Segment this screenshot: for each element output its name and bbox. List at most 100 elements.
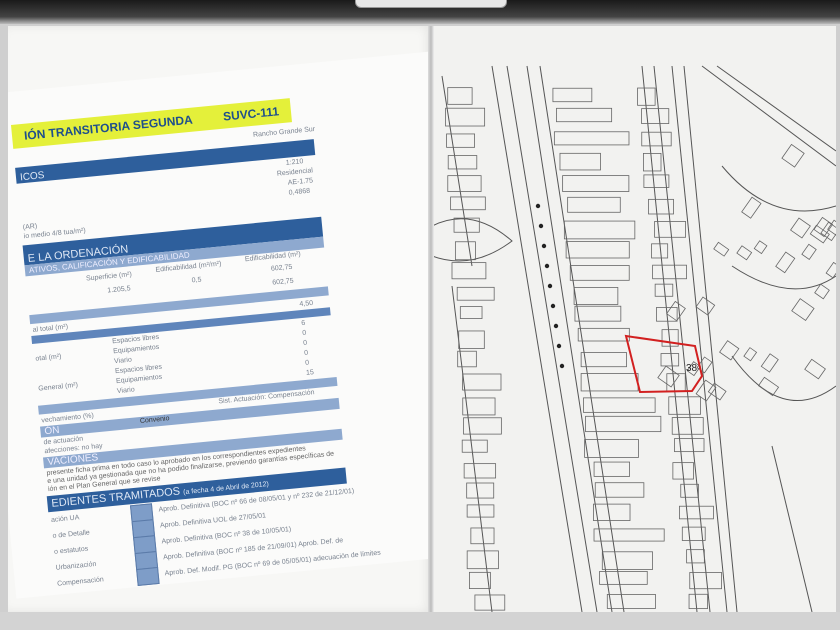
building-block — [584, 439, 639, 458]
building-block — [719, 340, 740, 361]
title-band: IÓN TRANSITORIA SEGUNDA SUVC-111 — [10, 98, 292, 149]
building-block — [565, 241, 630, 259]
building-block — [781, 143, 805, 168]
building-block — [569, 265, 630, 281]
map-page-right: 38 — [432, 26, 836, 612]
tree-marker — [553, 323, 559, 329]
building-block — [447, 87, 473, 105]
building-block — [451, 262, 487, 280]
building-block — [573, 287, 619, 305]
expedientes-date: (a fecha 4 de Abril de 2012) — [182, 480, 270, 497]
building-block — [825, 261, 836, 279]
building-block — [461, 439, 488, 453]
building-block — [775, 251, 796, 274]
building-block — [563, 220, 636, 240]
building-block — [585, 415, 662, 433]
building-block — [707, 382, 727, 401]
row-value: 0 — [302, 339, 308, 347]
building-block — [562, 175, 630, 192]
building-block — [637, 87, 656, 106]
parcel-number: 38 — [686, 363, 698, 374]
row-label: otal (m²) — [35, 353, 62, 363]
building-block — [594, 482, 645, 498]
table-cell: 602,75 — [270, 263, 293, 273]
building-block — [648, 198, 674, 215]
building-block — [666, 300, 686, 322]
building-block — [652, 264, 687, 280]
tree-marker — [535, 203, 541, 209]
building-block — [651, 243, 669, 259]
building-block — [757, 376, 780, 397]
row-value: 4,50 — [299, 299, 314, 309]
row-sub: Viario — [116, 386, 136, 396]
building-block — [466, 482, 495, 499]
building-block — [577, 327, 630, 342]
building-block — [593, 503, 631, 521]
building-block — [462, 373, 502, 391]
building-block — [593, 461, 630, 477]
building-block — [447, 155, 478, 170]
top-tab — [355, 0, 507, 8]
tree-marker — [538, 223, 544, 229]
building-block — [679, 505, 714, 520]
general-value: AE-1.75 — [287, 177, 314, 187]
building-block — [641, 108, 670, 124]
expediente-label: Urbanización — [55, 560, 97, 572]
building-block — [736, 245, 753, 261]
tree-marker — [556, 343, 562, 349]
building-block — [657, 365, 680, 388]
tree-marker — [544, 263, 550, 269]
building-block — [456, 286, 495, 301]
building-block — [741, 196, 762, 219]
building-block — [466, 550, 499, 570]
section-general: ICOS — [15, 139, 316, 184]
general-value: 0,4868 — [288, 187, 311, 197]
building-block — [686, 549, 705, 564]
row-value: 0 — [304, 359, 310, 367]
general-value: 1:210 — [285, 158, 304, 167]
map-roads — [432, 65, 836, 612]
building-block — [713, 241, 730, 257]
building-block — [790, 217, 811, 239]
building-block — [666, 373, 686, 392]
building-block — [552, 87, 593, 103]
building-block — [601, 551, 653, 570]
building-block — [459, 306, 483, 319]
document-title: IÓN TRANSITORIA SEGUNDA — [23, 112, 194, 143]
building-block — [458, 330, 485, 349]
building-block — [804, 358, 826, 380]
building-block — [760, 353, 779, 373]
building-block — [606, 594, 656, 609]
building-block — [753, 240, 768, 255]
building-block — [695, 379, 717, 402]
building-block — [695, 296, 716, 316]
building-block — [454, 241, 476, 261]
building-block — [809, 224, 830, 244]
tree-marker — [547, 283, 553, 289]
building-block — [680, 483, 699, 498]
building-block — [553, 131, 630, 146]
site-plan-map: 38 — [432, 65, 836, 612]
building-block — [674, 438, 705, 453]
expediente-label: ación UA — [50, 514, 80, 524]
building-block — [447, 175, 482, 192]
table-cell: 1.205,5 — [107, 285, 131, 295]
building-block — [463, 463, 497, 479]
row-sub: Equipamientos — [115, 373, 163, 386]
document-code: SUVC-111 — [222, 104, 280, 124]
building-block — [574, 305, 622, 322]
building-block — [668, 396, 701, 415]
tree-marker — [550, 303, 556, 309]
building-block — [583, 397, 656, 413]
building-block — [446, 133, 475, 148]
table-cell: 0,5 — [191, 276, 202, 285]
building-block — [660, 353, 680, 367]
table-header: Superficie (m²) — [85, 271, 133, 283]
building-block — [688, 593, 708, 610]
row-label: General (m²) — [38, 381, 79, 393]
building-block — [450, 196, 486, 211]
row-value: 15 — [305, 369, 315, 377]
table-total: 602,75 — [272, 277, 295, 287]
expediente-label: o estatutos — [53, 545, 89, 556]
tree-marker — [559, 363, 565, 369]
